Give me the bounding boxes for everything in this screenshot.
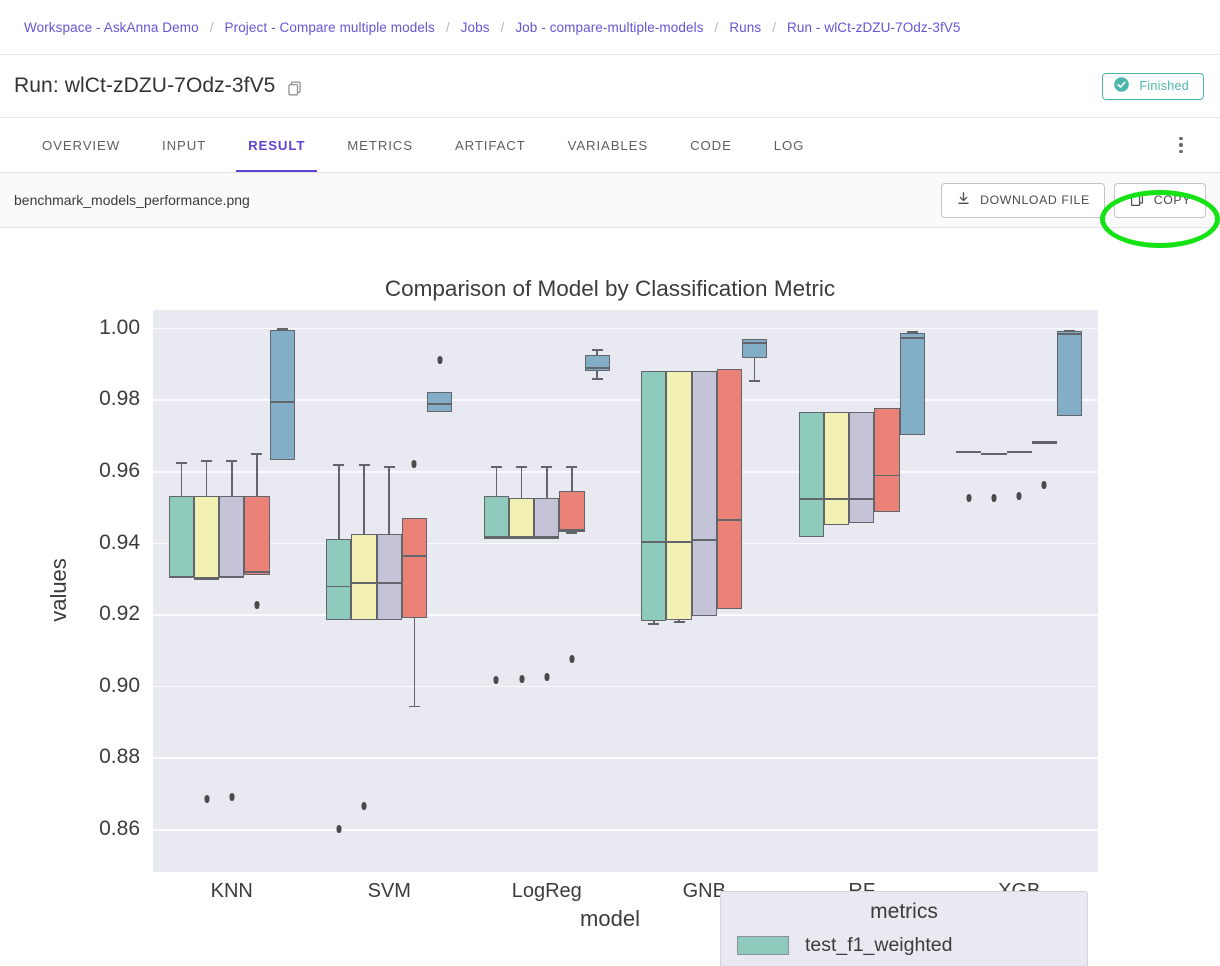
- chart-figure: Comparison of Model by Classification Me…: [0, 228, 1220, 966]
- breadcrumb-item-1[interactable]: Project - Compare multiple models: [225, 20, 435, 35]
- x-tick-label: KNN: [210, 880, 253, 902]
- breadcrumb-item-2[interactable]: Jobs: [461, 20, 490, 35]
- download-icon: [956, 191, 971, 209]
- legend-label: test_f1_weighted: [805, 933, 953, 956]
- plot-area: [153, 310, 1098, 872]
- status-label: Finished: [1139, 79, 1189, 93]
- page-title: Run: wlCt-zDZU-7Odz-3fV5: [14, 74, 276, 97]
- vertical-dots-icon[interactable]: [1170, 134, 1192, 156]
- copy-icon: [1129, 191, 1145, 210]
- breadcrumb-item-4[interactable]: Runs: [729, 20, 761, 35]
- tab-artifact[interactable]: ARTIFACT: [443, 118, 538, 172]
- breadcrumb-separator: /: [714, 19, 719, 35]
- breadcrumb-separator: /: [500, 19, 505, 35]
- y-tick-label: 0.86: [99, 817, 140, 841]
- tab-input[interactable]: INPUT: [150, 118, 218, 172]
- breadcrumb: Workspace - AskAnna Demo / Project - Compa…: [0, 0, 1220, 55]
- breadcrumb-item-0[interactable]: Workspace - AskAnna Demo: [24, 20, 199, 35]
- breadcrumb-item-3[interactable]: Job - compare-multiple-models: [515, 20, 703, 35]
- download-file-button[interactable]: DOWNLOAD FILE: [941, 182, 1105, 218]
- legend-entry: test_accuracy: [737, 962, 1071, 966]
- x-tick-label: LogReg: [511, 880, 582, 902]
- tab-metrics[interactable]: METRICS: [335, 118, 425, 172]
- file-toolbar: benchmark_models_performance.png DOWNLOA…: [0, 173, 1220, 228]
- tab-result[interactable]: RESULT: [236, 118, 318, 172]
- file-name-label: benchmark_models_performance.png: [14, 192, 250, 208]
- legend-swatch: [737, 935, 789, 955]
- y-tick-label: 0.96: [99, 459, 140, 483]
- download-file-label: DOWNLOAD FILE: [980, 193, 1090, 207]
- check-circle-icon: [1113, 76, 1130, 96]
- y-tick-label: 0.98: [99, 387, 140, 411]
- run-header: Run: wlCt-zDZU-7Odz-3fV5 Finished: [0, 55, 1220, 118]
- copy-label: COPY: [1153, 193, 1191, 207]
- tab-log[interactable]: LOG: [762, 118, 817, 172]
- copy-icon[interactable]: [286, 80, 303, 97]
- x-tick-label: SVM: [367, 880, 411, 902]
- status-badge: Finished: [1102, 72, 1204, 100]
- box: [1057, 331, 1083, 416]
- y-tick-label: 0.90: [99, 673, 140, 697]
- chart-title: Comparison of Model by Classification Me…: [384, 276, 836, 301]
- copy-button[interactable]: COPY: [1113, 182, 1206, 218]
- breadcrumb-separator: /: [445, 19, 450, 35]
- median-line: [1057, 333, 1083, 336]
- legend-entry: test_f1_weighted: [737, 928, 1071, 962]
- breadcrumb-separator: /: [772, 19, 776, 35]
- breadcrumb-separator: /: [209, 19, 214, 35]
- chart-legend: metrics test_f1_weightedtest_accuracytes…: [720, 891, 1088, 966]
- y-tick-label: 1.00: [99, 315, 140, 339]
- legend-entries: test_f1_weightedtest_accuracytest_recall…: [737, 928, 1071, 966]
- file-actions: DOWNLOAD FILE COPY: [941, 182, 1206, 218]
- tab-bar: OVERVIEW INPUT RESULT METRICS ARTIFACT VARIAB…: [0, 118, 1220, 173]
- breadcrumb-item-5[interactable]: Run - wlCt-zDZU-7Odz-3fV5: [787, 20, 961, 35]
- y-tick-label: 0.92: [99, 602, 140, 626]
- legend-title: metrics: [870, 900, 938, 923]
- tab-variables[interactable]: VARIABLES: [556, 118, 660, 172]
- y-tick-label: 0.94: [99, 530, 140, 554]
- tab-code[interactable]: CODE: [678, 118, 744, 172]
- tab-overview[interactable]: OVERVIEW: [30, 118, 132, 172]
- y-tick-label: 0.88: [99, 745, 140, 769]
- box-plot-test_roc_auc-XGB: [153, 310, 1098, 872]
